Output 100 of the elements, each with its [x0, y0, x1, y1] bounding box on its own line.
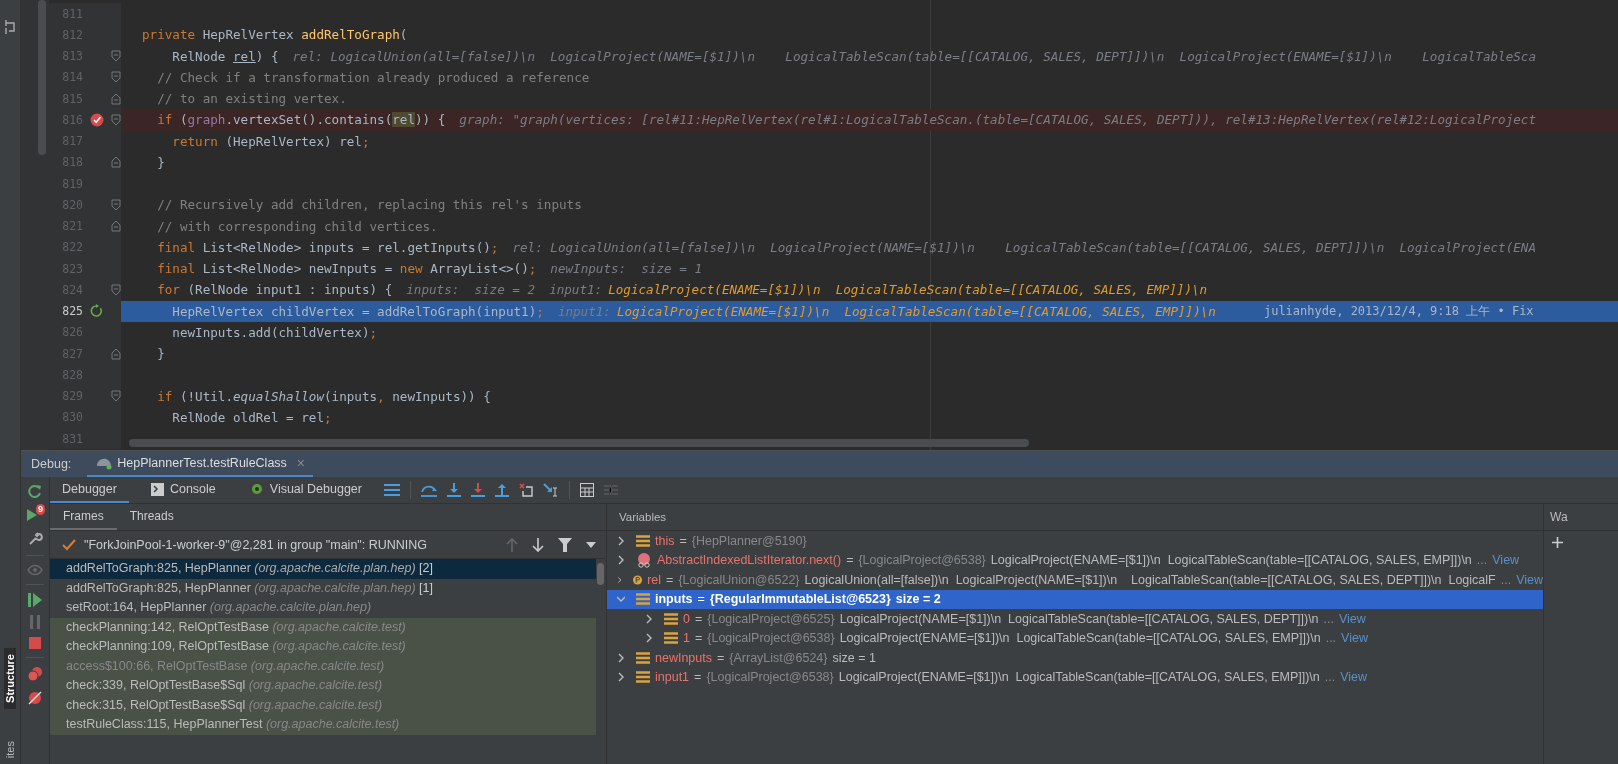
view-link[interactable]: View: [1516, 572, 1543, 587]
code-line: }: [156, 154, 165, 170]
fold-icon[interactable]: [111, 198, 121, 211]
inline-value: input1:: [549, 282, 603, 298]
variable-row[interactable]: newInputs = {ArrayList@6524} size = 1: [607, 648, 1543, 668]
resume-icon[interactable]: [28, 593, 42, 607]
expand-icon[interactable]: [645, 633, 653, 644]
fold-icon[interactable]: [111, 50, 121, 63]
code-line: HepRelVertex childVertex = addRelToGraph(input1);: [171, 303, 544, 319]
blame-annotation: julianhyde, 2013/12/4, 9:18 上午 • Fix: [1263, 302, 1534, 320]
filter-icon[interactable]: [558, 537, 572, 552]
code-line: RelNode rel) {: [171, 48, 279, 64]
project-icon[interactable]: [4, 20, 16, 34]
panel-title: Debug:: [30, 457, 73, 471]
force-step-into-icon[interactable]: [471, 483, 485, 497]
inline-value: rel: LogicalUnion(all=[false])\n LogicalProject(NAME=[$1])\n LogicalTableScan(table=[[CATALOG, SALES, DEPT]])\n LogicalProject(ENA: [512, 239, 1536, 255]
scrollbar-thumb[interactable]: [597, 563, 604, 585]
fold-icon[interactable]: [111, 92, 121, 105]
frames-tab[interactable]: Threads: [116, 504, 187, 530]
session-tab[interactable]: HepPlannerTest.testRuleClass ×: [87, 451, 314, 477]
inline-value: LogicalProject(ENAME=[$1])\n LogicalTableScan(table=[[CATALOG, SALES, EMP]])\n: [616, 303, 1216, 319]
code-line: // Recursively add children, replacing this rel's inputs: [156, 197, 582, 213]
field-icon: [636, 651, 650, 664]
rerun-icon[interactable]: [27, 483, 43, 499]
wrench-icon[interactable]: [27, 531, 43, 547]
stack-frame[interactable]: check:315, RelOptTestBase$Sql (org.apache.calcite.test): [50, 695, 596, 715]
inline-value: rel: LogicalUnion(all=[false])\n LogicalProject(NAME=[$1])\n LogicalTableScan(table=[[CATALOG, SALES, DEPT]])\n LogicalProject(ENAME=[$1])\n LogicalTableSca: [292, 48, 1536, 64]
debugger-tab[interactable]: Debugger: [50, 477, 129, 503]
structure-tab[interactable]: Structure: [4, 647, 16, 709]
expand-icon[interactable]: [617, 555, 625, 566]
expand-icon[interactable]: [617, 535, 625, 546]
stack-frame[interactable]: checkPlanning:142, RelOptTestBase (org.apache.calcite.test): [50, 617, 596, 637]
code-line: newInputs.add(childVertex);: [171, 324, 378, 340]
fold-icon[interactable]: [111, 283, 121, 296]
run-to-cursor-icon[interactable]: [543, 483, 559, 497]
dropdown-icon[interactable]: [586, 541, 596, 548]
code-line: if (graph.vertexSet().contains(rel)) {: [156, 112, 446, 128]
variable-row[interactable]: rel = {LogicalUnion@6522} LogicalUnion(all=[false])\n LogicalProject(NAME=[$1])\n LogicalTableScan(table=[[CATALOG, SALES, DEPT]])\n LogicalF ... View: [607, 570, 1543, 590]
drop-frame-icon[interactable]: [519, 483, 533, 497]
expand-icon[interactable]: [645, 613, 653, 624]
fold-icon[interactable]: [111, 113, 121, 126]
view-link[interactable]: View: [1340, 670, 1368, 685]
frames-tab[interactable]: Frames: [50, 504, 117, 530]
view-link[interactable]: View: [1492, 553, 1520, 568]
step-over-icon[interactable]: [421, 483, 437, 497]
bug-icon: [249, 482, 264, 496]
down-arrow-icon[interactable]: [532, 537, 544, 552]
inline-value: input1:: [557, 303, 611, 319]
add-icon[interactable]: [1552, 537, 1563, 548]
thread-selector[interactable]: "ForkJoinPool-1-worker-9"@2,281 in group "main": RUNNING: [84, 537, 428, 552]
view-link[interactable]: View: [1339, 611, 1366, 626]
step-out-icon[interactable]: [495, 483, 509, 497]
code-line: return (HepRelVertex) rel;: [171, 133, 370, 149]
code-line: // Check if a transformation already produced a reference: [156, 69, 590, 85]
variable-row[interactable]: this = {HepPlanner@5190}: [607, 531, 1543, 551]
inline-value: LogicalProject(ENAME=[$1])\n LogicalTableScan(table=[[CATALOG, SALES, EMP]])\n: [608, 282, 1208, 298]
code-line: if (!Util.equalShallow(inputs, newInputs)) {: [156, 388, 491, 404]
console-icon: [150, 482, 164, 496]
expand-icon[interactable]: [617, 672, 625, 683]
variable-row[interactable]: 1 = {LogicalProject@6538} LogicalProject(ENAME=[$1])\n LogicalTableScan(table=[[CATALOG, SALES, EMP]])\n ... View: [607, 628, 1543, 648]
debugger-tab[interactable]: Visual Debugger: [237, 477, 374, 503]
calculator-icon[interactable]: [580, 483, 594, 497]
code-line: }: [156, 346, 165, 362]
fold-icon[interactable]: [111, 390, 121, 403]
fold-icon[interactable]: [111, 220, 121, 233]
breakpoints-icon[interactable]: [27, 666, 43, 682]
inline-value: inputs: size = 2: [406, 282, 536, 298]
field-icon: [636, 671, 650, 684]
stack-frame[interactable]: testRuleClass:115, HepPlannerTest (org.apache.calcite.test): [50, 715, 596, 735]
expand-icon[interactable]: [617, 652, 625, 663]
panel-title: Variables: [619, 511, 667, 523]
stack-frame[interactable]: setRoot:164, HepPlanner (org.apache.calcite.plan.hep): [50, 598, 596, 618]
variable-row[interactable]: input1 = {LogicalProject@6538} LogicalProject(ENAME=[$1])\n LogicalTableScan(table=[[CATALOG, SALES, EMP]])\n ... View: [607, 667, 1543, 687]
scrollbar-thumb[interactable]: [38, 0, 46, 155]
scrollbar-thumb[interactable]: [129, 439, 1029, 447]
variable-row[interactable]: AbstractIndexedListIterator.next() = {LogicalProject@6538} LogicalProject(ENAME=[$1])\n LogicalTableScan(table=[[CATALOG, SALES, EMP]])\n ... View: [607, 550, 1543, 570]
view-link[interactable]: View: [1341, 631, 1368, 646]
fold-icon[interactable]: [111, 71, 121, 84]
line-number: 825: [61, 304, 83, 319]
breakpoint-icon[interactable]: [90, 112, 104, 127]
method-return-icon: [636, 552, 652, 569]
favorites-tab[interactable]: ites: [4, 734, 16, 764]
stack-frame[interactable]: check:339, RelOptTestBase$Sql (org.apache.calcite.test): [50, 676, 596, 696]
watches-tab[interactable]: Wa: [1550, 510, 1568, 524]
code-line: RelNode oldRel = rel;: [171, 409, 332, 425]
up-arrow-icon[interactable]: [506, 537, 518, 552]
stack-frame[interactable]: addRelToGraph:825, HepPlanner (org.apache.calcite.plan.hep) [1]: [50, 578, 596, 598]
expand-icon[interactable]: [617, 574, 623, 585]
stack-frame[interactable]: checkPlanning:109, RelOptTestBase (org.apache.calcite.test): [50, 637, 596, 657]
code-line: final List<RelNode> inputs = rel.getInputs();: [156, 239, 499, 255]
variable-row[interactable]: inputs = {RegularImmutableList@6523} size = 2: [607, 589, 1543, 609]
stack-frame[interactable]: addRelToGraph:825, HepPlanner (org.apache.calcite.plan.hep) [2]: [50, 559, 596, 579]
fold-icon[interactable]: [111, 156, 121, 169]
fold-icon[interactable]: [111, 347, 121, 360]
debugger-tab[interactable]: Console: [138, 477, 228, 503]
variable-row[interactable]: 0 = {LogicalProject@6525} LogicalProject(NAME=[$1])\n LogicalTableScan(table=[[CATALOG, SALES, DEPT]])\n ... View: [607, 609, 1543, 629]
menu-icon[interactable]: [384, 484, 400, 496]
mute-breakpoints-icon[interactable]: [27, 690, 43, 706]
step-into-icon[interactable]: [447, 483, 461, 497]
inline-value: graph: "graph(vertices: [rel#11:HepRelVertex(rel#1:LogicalTableScan.(table=[CATALOG, SALES, DEPT])), rel#13:HepRelVertex(rel#12:LogicalProject: [459, 112, 1536, 128]
